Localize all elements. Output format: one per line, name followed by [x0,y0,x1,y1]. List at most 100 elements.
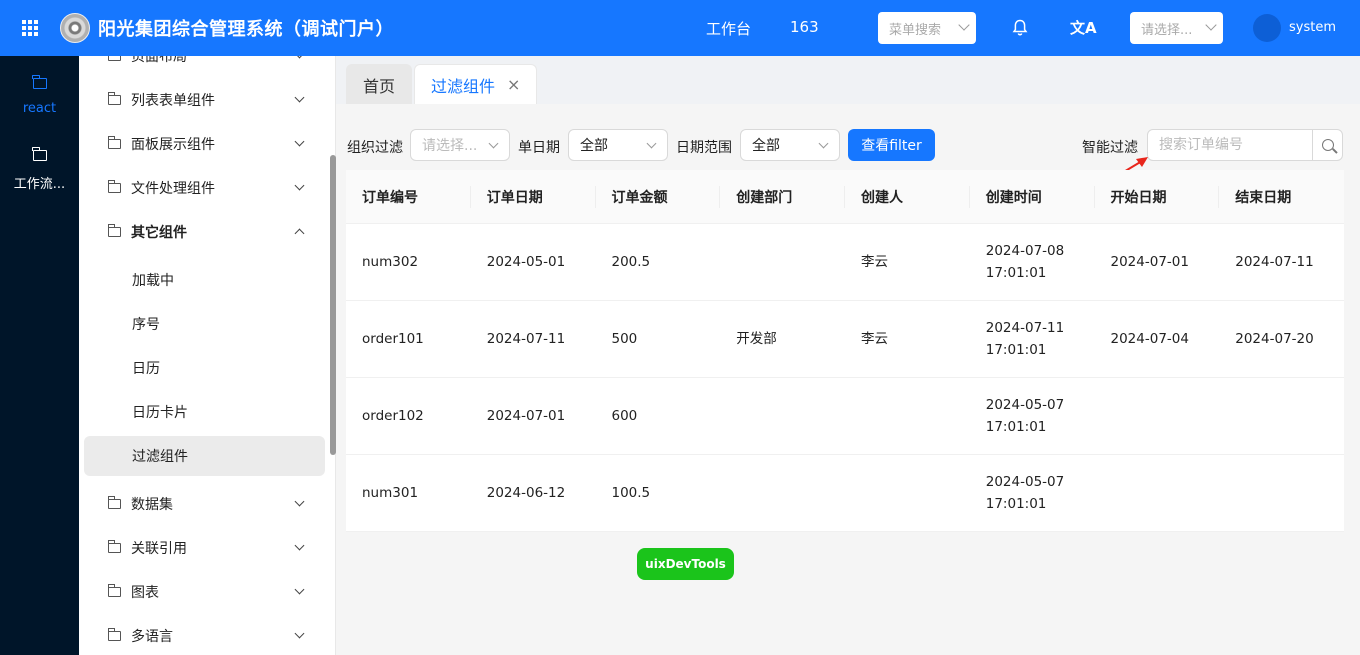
sidebar-item-label: 序号 [132,317,160,333]
created-date: 2024-07-11 [985,320,1065,336]
username[interactable]: system [1289,20,1336,35]
column-header: 订单金额 [596,170,721,223]
sidebar-item-label: 列表表单组件 [131,93,215,109]
rail-item-react[interactable]: react [0,75,79,116]
created-date: 2024-05-07 [985,474,1065,490]
cell-order-date: 2024-07-11 [486,331,566,347]
sidebar-item-filter-component[interactable]: 过滤组件 [84,436,325,476]
language-select[interactable]: 请选择... [1130,12,1223,44]
uix-devtools-button[interactable]: uixDevTools [637,548,734,580]
column-header: 订单编号 [346,170,471,223]
view-filter-button[interactable]: 查看filter [848,129,935,161]
single-date-select[interactable]: 全部 [568,129,668,161]
column-header: 创建部门 [720,170,845,223]
cell-created-time: 2024-07-11 17:01:01 [970,301,1095,377]
chevron-up-icon [294,228,305,239]
cell-end-date: 2024-07-20 [1235,331,1314,347]
apps-grid-button[interactable] [0,0,60,56]
column-header: 订单日期 [471,170,596,223]
created-clock: 17:01:01 [985,419,1047,435]
sidebar-item-label: 过滤组件 [132,449,188,465]
order-search-input[interactable] [1148,130,1312,160]
cell-order-date: 2024-06-12 [486,485,566,501]
chevron-down-icon [294,136,305,147]
sidebar-item-calendar[interactable]: 日历 [84,348,325,388]
sidebar-item-list-form[interactable]: 列表表单组件 [84,80,325,120]
tab-home[interactable]: 首页 [346,64,413,104]
sidebar-menu: 页面布局 列表表单组件 面板展示组件 文件处理组件 其它组件 加载中 序号 日历… [79,56,336,655]
table-row[interactable]: order102 2024-07-01 600 2024-05-07 17:01… [346,378,1344,455]
sidebar-item-file-processing[interactable]: 文件处理组件 [84,168,325,208]
folder-icon [107,224,121,237]
avatar[interactable] [1253,14,1281,42]
sidebar-item-label: 关联引用 [131,541,187,557]
created-clock: 17:01:01 [985,265,1047,281]
cell-created-time: 2024-05-07 17:01:01 [970,455,1095,531]
chevron-down-icon [1205,19,1217,31]
sidebar-item-dataset[interactable]: 数据集 [84,484,325,524]
org-filter-select[interactable]: 请选择... [410,129,510,161]
app-title: 阳光集团综合管理系统（调试门户） [98,19,394,40]
translate-icon[interactable]: 文A [1070,17,1097,38]
cell-creator: 李云 [861,254,888,270]
apps-grid-icon [22,20,38,36]
sidebar-item-loading[interactable]: 加载中 [84,260,325,300]
header-count[interactable]: 163 [790,18,819,36]
menu-search-placeholder: 菜单搜索 [889,22,942,38]
language-select-placeholder: 请选择... [1141,22,1193,38]
cell-amount: 100.5 [611,485,651,501]
sidebar-item-label: 日历卡片 [132,405,188,421]
sidebar-item-panel-display[interactable]: 面板展示组件 [84,124,325,164]
chevron-down-icon [488,138,499,149]
created-date: 2024-07-08 [985,243,1065,259]
tab-filter-component[interactable]: 过滤组件 × [414,64,538,104]
cell-start-date [1095,455,1220,531]
search-button[interactable] [1312,130,1342,160]
sidebar-item-i18n[interactable]: 多语言 [84,616,325,655]
folder-icon [107,628,121,641]
table-header: 订单编号 订单日期 订单金额 创建部门 创建人 创建时间 开始日期 结束日期 [346,170,1344,224]
rail-item-workflow[interactable]: 工作流... [0,147,79,192]
sidebar-item-label: 日历 [132,361,160,377]
folder-icon [108,56,121,61]
sidebar-item-serial[interactable]: 序号 [84,304,325,344]
folder-icon [107,496,121,509]
close-icon[interactable]: × [507,75,520,94]
table-row[interactable]: num301 2024-06-12 100.5 2024-05-07 17:01… [346,455,1344,532]
sidebar-item-calendar-card[interactable]: 日历卡片 [84,392,325,432]
cell-end-date: 2024-07-11 [1235,254,1314,270]
cell-amount: 200.5 [611,254,651,270]
top-header: 阳光集团综合管理系统（调试门户） 工作台 163 菜单搜索 文A 请选择... … [0,0,1360,56]
cell-amount: 500 [611,331,638,347]
rail-item-label: 工作流... [13,177,66,192]
chevron-down-icon [294,92,305,103]
chevron-down-icon [294,56,305,59]
chevron-down-icon [818,138,829,149]
chevron-down-icon [294,584,305,595]
chevron-down-icon [646,138,657,149]
sidebar-item-label: 其它组件 [131,225,187,241]
sidebar-item-page-layout[interactable]: 页面布局 [84,56,325,76]
cell-creator: 李云 [861,331,888,347]
created-clock: 17:01:01 [985,496,1047,512]
cell-created-time: 2024-07-08 17:01:01 [970,224,1095,300]
orders-table: 订单编号 订单日期 订单金额 创建部门 创建人 创建时间 开始日期 结束日期 n… [346,170,1344,532]
sidebar-item-charts[interactable]: 图表 [84,572,325,612]
sidebar-item-reference[interactable]: 关联引用 [84,528,325,568]
cell-creator [845,378,970,454]
sidebar-item-other-components[interactable]: 其它组件 [84,212,325,252]
chevron-down-icon [294,628,305,639]
org-filter-label: 组织过滤 [347,140,403,156]
cell-order-no: num301 [362,485,419,501]
table-row[interactable]: num302 2024-05-01 200.5 李云 2024-07-08 17… [346,224,1344,301]
workbench-link[interactable]: 工作台 [706,18,751,39]
table-row[interactable]: order101 2024-07-11 500 开发部 李云 2024-07-1… [346,301,1344,378]
cell-order-no: order102 [362,408,424,424]
menu-search-select[interactable]: 菜单搜索 [878,12,976,44]
bell-icon[interactable] [1012,19,1028,37]
date-range-value: 全部 [752,138,780,154]
date-range-select[interactable]: 全部 [740,129,840,161]
cell-order-date: 2024-07-01 [486,408,566,424]
cell-creator [845,455,970,531]
date-range-label: 日期范围 [676,140,732,156]
